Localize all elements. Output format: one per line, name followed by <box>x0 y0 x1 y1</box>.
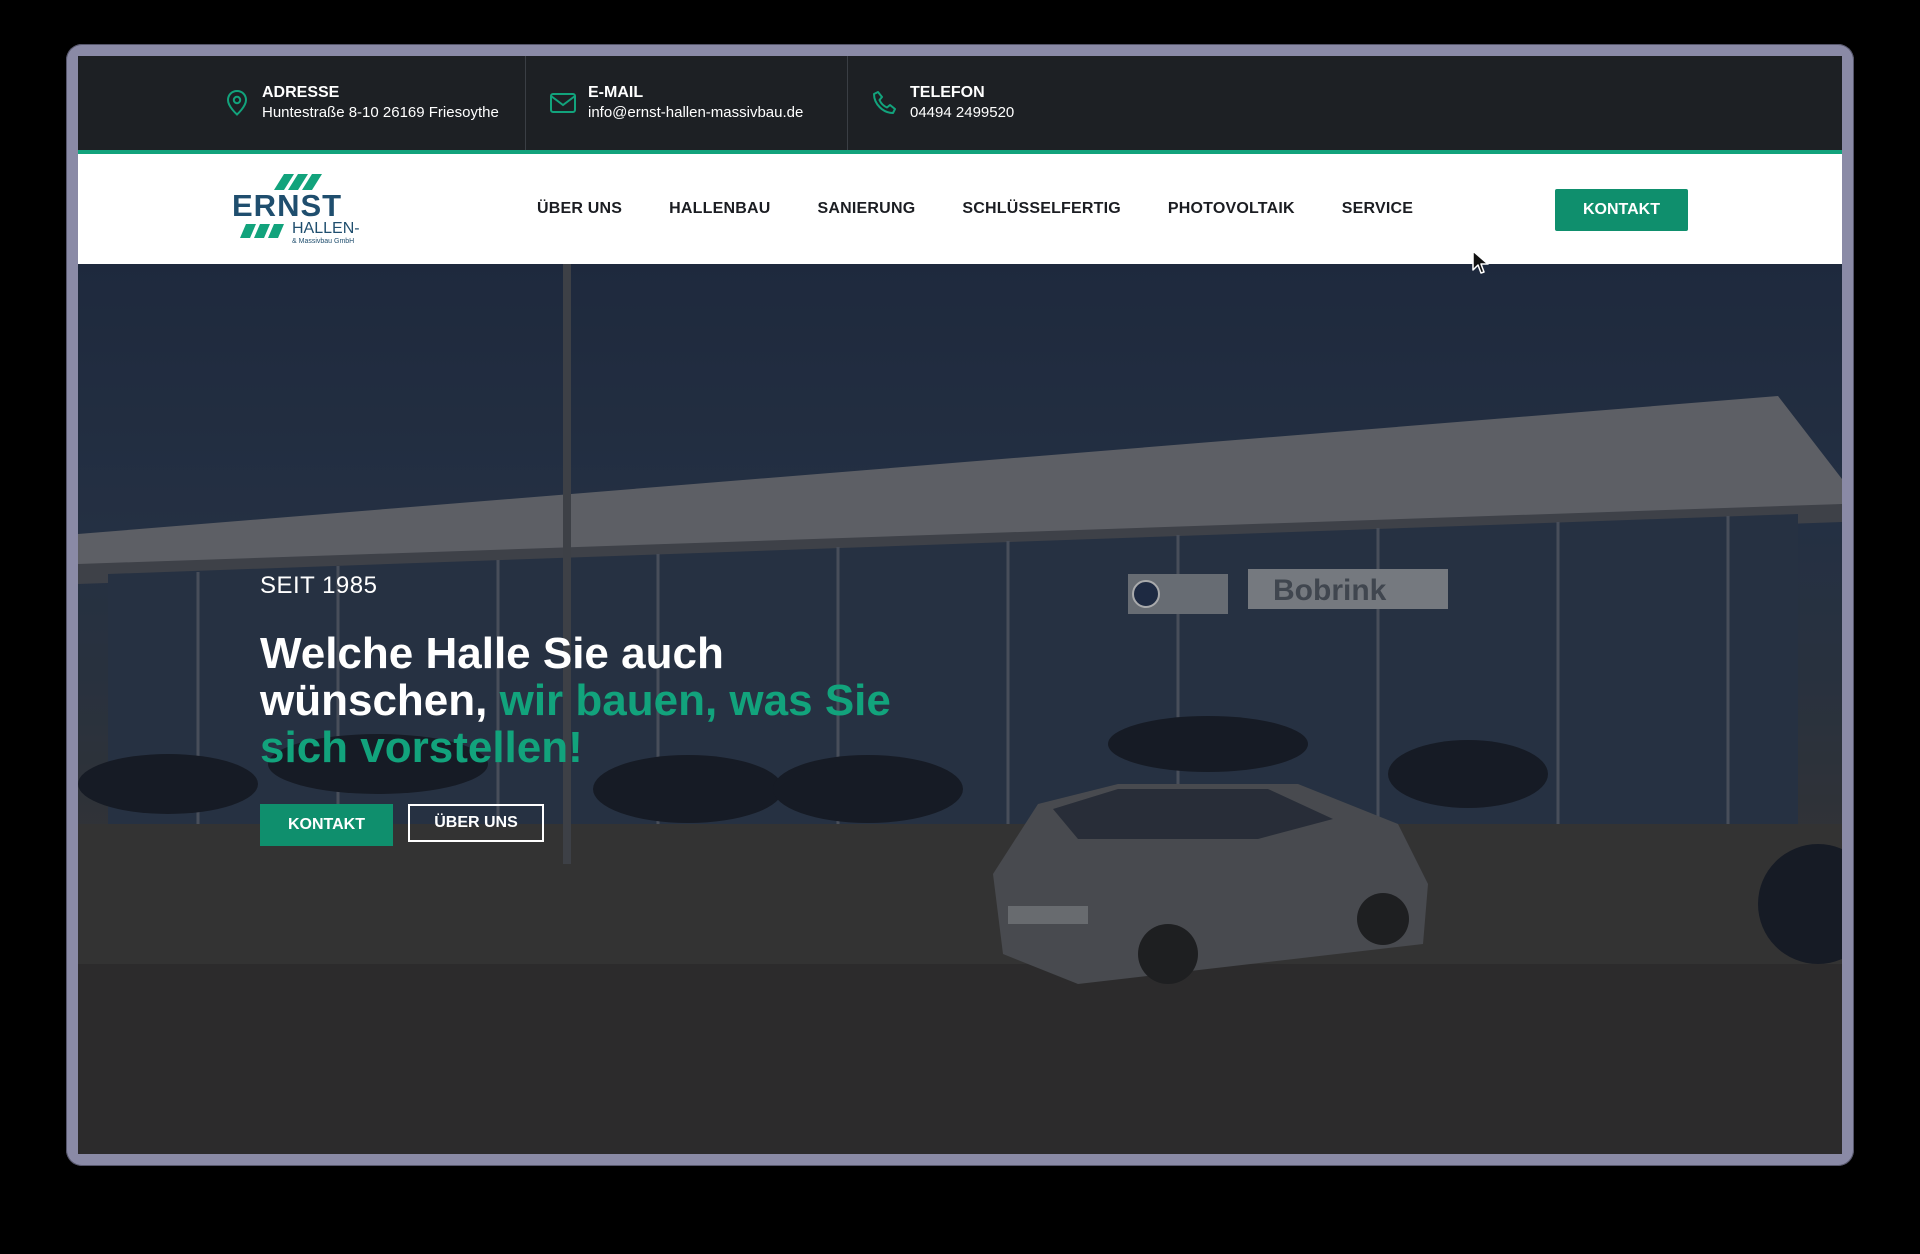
nav-item-sanierung[interactable]: SANIERUNG <box>818 200 916 218</box>
phone-icon <box>870 88 900 118</box>
hero-buttons: KONTAKT ÜBER UNS <box>260 804 544 846</box>
svg-text:ERNST: ERNST <box>232 188 342 223</box>
email-value[interactable]: info@ernst-hallen-massivbau.de <box>588 103 803 123</box>
nav-item-photovoltaik[interactable]: PHOTOVOLTAIK <box>1168 200 1295 218</box>
mouse-cursor-icon <box>1472 250 1489 274</box>
nav-menu: ÜBER UNS HALLENBAU SANIERUNG SCHLÜSSELFE… <box>537 154 1460 264</box>
topbar-divider <box>525 56 526 150</box>
main-navbar: ERNST HALLEN- & Massivbau GmbH ÜBER UNS … <box>78 154 1842 264</box>
address-info: ADRESSE Huntestraße 8-10 26169 Friesoyth… <box>222 56 499 150</box>
address-label: ADRESSE <box>262 84 340 101</box>
address-value[interactable]: Huntestraße 8-10 26169 Friesoythe <box>262 103 499 123</box>
page-screen: ADRESSE Huntestraße 8-10 26169 Friesoyth… <box>78 56 1842 1154</box>
phone-info: TELEFON 04494 2499520 <box>870 56 1014 150</box>
map-pin-icon <box>222 88 252 118</box>
mail-icon <box>548 88 578 118</box>
company-logo[interactable]: ERNST HALLEN- & Massivbau GmbH <box>232 172 372 248</box>
nav-item-service[interactable]: SERVICE <box>1342 200 1413 218</box>
email-info: E-MAIL info@ernst-hallen-massivbau.de <box>548 56 803 150</box>
nav-item-schluesselfertig[interactable]: SCHLÜSSELFERTIG <box>962 200 1121 218</box>
hero-kicker: SEIT 1985 <box>260 572 378 599</box>
email-label: E-MAIL <box>588 84 644 101</box>
hero-kontakt-button[interactable]: KONTAKT <box>260 804 393 846</box>
svg-text:& Massivbau GmbH: & Massivbau GmbH <box>292 238 354 245</box>
phone-label: TELEFON <box>910 84 985 101</box>
nav-item-ueber-uns[interactable]: ÜBER UNS <box>537 200 622 218</box>
hero-headline: Welche Halle Sie auch wünschen, wir baue… <box>260 630 900 771</box>
topbar-divider <box>847 56 848 150</box>
phone-value[interactable]: 04494 2499520 <box>910 103 1014 123</box>
kontakt-nav-button[interactable]: KONTAKT <box>1555 189 1688 231</box>
svg-text:HALLEN-: HALLEN- <box>292 220 360 237</box>
nav-item-hallenbau[interactable]: HALLENBAU <box>669 200 770 218</box>
hero-section: Bobrink SEIT 1985 Welche Halle Sie auch … <box>78 264 1842 1154</box>
top-info-bar: ADRESSE Huntestraße 8-10 26169 Friesoyth… <box>78 56 1842 150</box>
hero-ueber-uns-button[interactable]: ÜBER UNS <box>408 804 544 842</box>
